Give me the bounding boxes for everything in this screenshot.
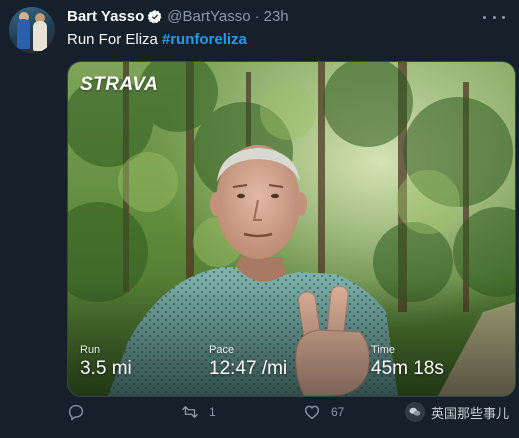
tweet-media-image[interactable]: STRAVA Run 3.5 mi Pace 12:47 /mi Time 45… [67, 61, 516, 397]
stat-distance: Run 3.5 mi [80, 344, 132, 380]
stat-value: 3.5 mi [80, 358, 132, 379]
heart-icon [304, 405, 320, 420]
stat-value: 12:47 /mi [209, 358, 288, 379]
tweet-header: Bart Yasso @BartYasso · 23h [67, 8, 289, 25]
watermark: 英国那些事儿 [404, 402, 509, 422]
retweet-icon [182, 406, 198, 418]
like-button[interactable]: 67 [303, 403, 344, 421]
wechat-icon [404, 402, 425, 422]
watermark-text: 英国那些事儿 [430, 405, 509, 421]
stat-time: Time 45m 18s [371, 344, 444, 380]
selfie-photo [68, 62, 515, 396]
tweet[interactable]: Bart Yasso @BartYasso · 23h Run For Eliz… [0, 0, 519, 438]
separator: · [254, 8, 260, 25]
tweet-time[interactable]: 23h [264, 8, 289, 25]
stat-value: 45m 18s [371, 358, 444, 379]
reply-button[interactable] [67, 403, 85, 421]
author-name[interactable]: Bart Yasso [67, 8, 144, 25]
more-options-icon[interactable] [483, 9, 505, 25]
hashtag-link[interactable]: #runforeliza [162, 31, 247, 48]
stat-label: Pace [209, 344, 235, 356]
stat-label: Time [371, 344, 396, 356]
tweet-body: Run For Eliza [67, 31, 158, 48]
reply-icon [68, 404, 84, 421]
stat-pace: Pace 12:47 /mi [209, 344, 287, 380]
like-count: 67 [331, 405, 345, 419]
author-handle[interactable]: @BartYasso [167, 8, 250, 25]
retweet-count: 1 [209, 405, 216, 419]
tweet-text: Run For Eliza #runforeliza [67, 31, 247, 49]
stat-label: Run [80, 344, 101, 356]
retweet-button[interactable]: 1 [181, 403, 216, 421]
verified-badge-icon [147, 9, 163, 25]
avatar[interactable] [9, 7, 55, 53]
strava-logo: STRAVA [80, 74, 159, 95]
